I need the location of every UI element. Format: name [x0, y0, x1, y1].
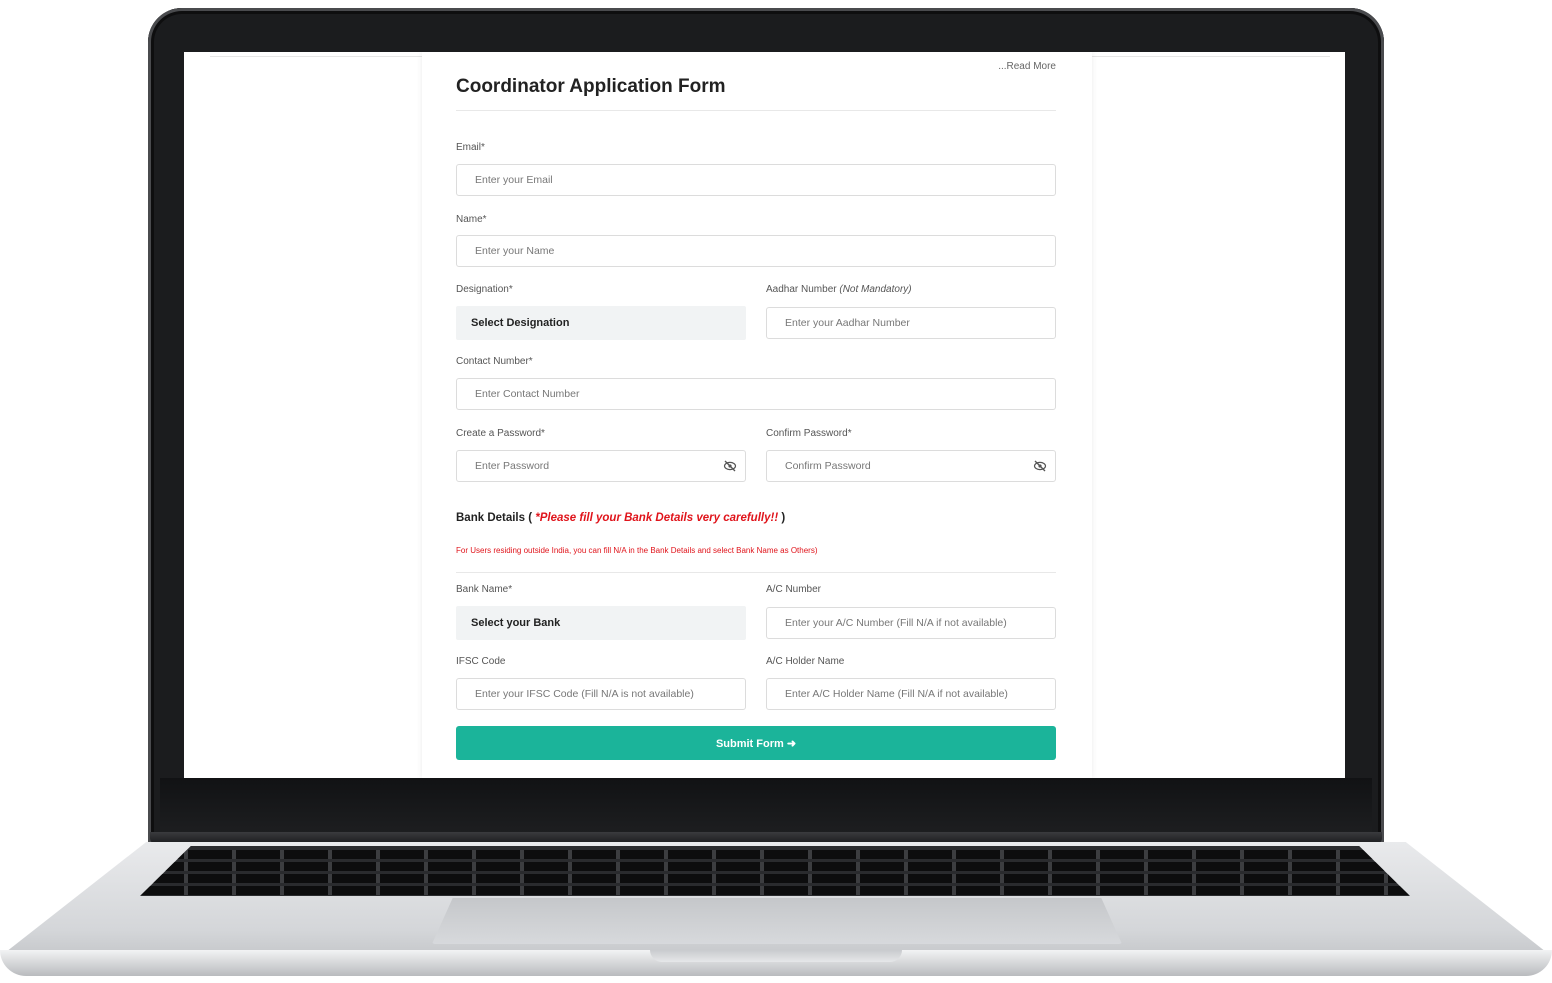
- ifsc-label: IFSC Code: [456, 656, 506, 667]
- laptop-notch: [650, 950, 902, 962]
- password-field[interactable]: Enter Password: [456, 450, 746, 482]
- eye-off-icon[interactable]: [1033, 460, 1047, 472]
- divider: [456, 110, 1056, 111]
- bank-heading-suffix: ): [781, 512, 786, 524]
- bank-name-label: Bank Name*: [456, 584, 513, 595]
- bank-details-heading: Bank Details ( *Please fill your Bank De…: [456, 512, 785, 524]
- password-placeholder: Enter Password: [475, 460, 550, 472]
- aadhar-label: Aadhar Number (Not Mandatory): [766, 284, 912, 295]
- contact-field[interactable]: Enter Contact Number: [456, 378, 1056, 410]
- read-more-link[interactable]: ...Read More: [998, 61, 1056, 72]
- bank-note: For Users residing outside India, you ca…: [456, 546, 818, 555]
- aadhar-field[interactable]: Enter your Aadhar Number: [766, 307, 1056, 339]
- application-form-card: ...Read More Coordinator Application For…: [422, 52, 1092, 778]
- name-label: Name*: [456, 214, 487, 225]
- eye-off-icon[interactable]: [723, 460, 737, 472]
- email-label: Email*: [456, 142, 485, 153]
- password-label: Create a Password*: [456, 428, 545, 439]
- bank-name-select[interactable]: Select your Bank: [456, 606, 746, 640]
- confirm-password-field[interactable]: Confirm Password: [766, 450, 1056, 482]
- laptop-trackpad: [432, 898, 1122, 944]
- ifsc-field[interactable]: Enter your IFSC Code (Fill N/A is not av…: [456, 678, 746, 710]
- confirm-password-placeholder: Confirm Password: [785, 460, 871, 472]
- laptop-keyboard: [140, 846, 1410, 896]
- ac-holder-label: A/C Holder Name: [766, 656, 845, 667]
- ac-number-field[interactable]: Enter your A/C Number (Fill N/A if not a…: [766, 607, 1056, 639]
- page-title: Coordinator Application Form: [456, 76, 726, 97]
- bank-heading-prefix: Bank Details (: [456, 512, 533, 524]
- contact-label: Contact Number*: [456, 356, 533, 367]
- bank-heading-warning: *Please fill your Bank Details very care…: [535, 512, 779, 524]
- name-field[interactable]: Enter your Name: [456, 235, 1056, 267]
- aadhar-label-text: Aadhar Number: [766, 284, 837, 295]
- email-field[interactable]: Enter your Email: [456, 164, 1056, 196]
- aadhar-label-note: (Not Mandatory): [839, 284, 912, 295]
- laptop-bezel: [160, 778, 1372, 838]
- ac-number-label: A/C Number: [766, 584, 822, 595]
- confirm-password-label: Confirm Password*: [766, 428, 852, 439]
- laptop-screen: ...Read More Coordinator Application For…: [184, 52, 1345, 778]
- designation-select[interactable]: Select Designation: [456, 306, 746, 340]
- submit-form-button[interactable]: Submit Form ➜: [456, 726, 1056, 760]
- divider: [456, 572, 1056, 573]
- designation-label: Designation*: [456, 284, 513, 295]
- ac-holder-field[interactable]: Enter A/C Holder Name (Fill N/A if not a…: [766, 678, 1056, 710]
